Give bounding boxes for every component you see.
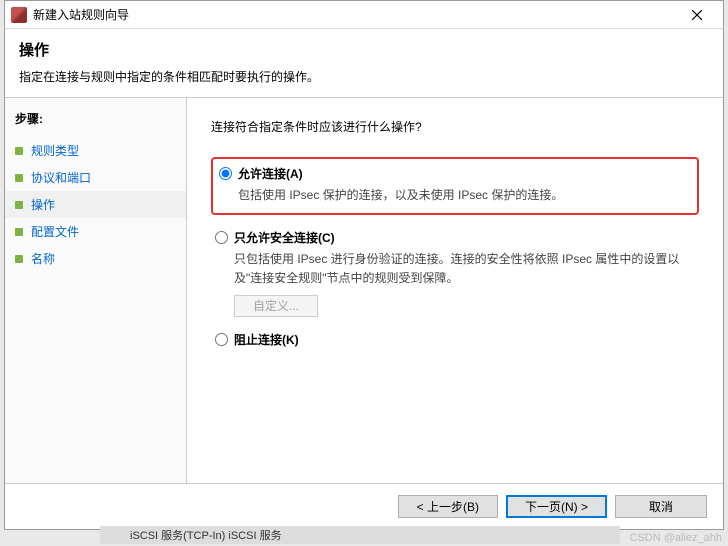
close-icon — [692, 10, 702, 20]
option-block-label: 阻止连接(K) — [234, 331, 299, 348]
step-protocol-port[interactable]: 协议和端口 — [5, 164, 186, 191]
radio-block[interactable] — [215, 333, 228, 346]
option-secure-row[interactable]: 只允许安全连接(C) — [215, 229, 699, 246]
action-question: 连接符合指定条件时应该进行什么操作? — [211, 118, 699, 135]
window-title: 新建入站规则向导 — [33, 6, 677, 23]
titlebar: 新建入站规则向导 — [5, 1, 723, 29]
option-allow-desc: 包括使用 IPsec 保护的连接，以及未使用 IPsec 保护的连接。 — [238, 186, 691, 205]
radio-secure[interactable] — [215, 231, 228, 244]
step-bullet-icon — [15, 201, 23, 209]
wizard-footer: < 上一步(B) 下一页(N) > 取消 — [5, 483, 723, 529]
annotation-highlight: 允许连接(A) 包括使用 IPsec 保护的连接，以及未使用 IPsec 保护的… — [211, 157, 699, 215]
main-content: 连接符合指定条件时应该进行什么操作? 允许连接(A) 包括使用 IPsec 保护… — [187, 98, 723, 483]
steps-sidebar: 步骤: 规则类型 协议和端口 操作 配置文件 名称 — [5, 98, 187, 483]
option-allow-row[interactable]: 允许连接(A) — [219, 165, 691, 182]
option-secure-label: 只允许安全连接(C) — [234, 229, 335, 246]
option-secure-group: 只允许安全连接(C) 只包括使用 IPsec 进行身份验证的连接。连接的安全性将… — [211, 229, 699, 316]
option-block-group: 阻止连接(K) — [211, 331, 699, 348]
page-description: 指定在连接与规则中指定的条件相匹配时要执行的操作。 — [19, 68, 709, 85]
radio-allow[interactable] — [219, 167, 232, 180]
step-label: 协议和端口 — [31, 169, 91, 186]
wizard-body: 步骤: 规则类型 协议和端口 操作 配置文件 名称 连接 — [5, 98, 723, 483]
step-label: 配置文件 — [31, 223, 79, 240]
option-block-row[interactable]: 阻止连接(K) — [215, 331, 699, 348]
step-bullet-icon — [15, 147, 23, 155]
wizard-window: 新建入站规则向导 操作 指定在连接与规则中指定的条件相匹配时要执行的操作。 步骤… — [4, 0, 724, 530]
page-title: 操作 — [19, 39, 709, 60]
option-allow-label: 允许连接(A) — [238, 165, 303, 182]
step-label: 操作 — [31, 196, 55, 213]
background-window-strip: iSCSI 服务(TCP-In) iSCSI 服务 — [100, 526, 620, 544]
close-button[interactable] — [677, 2, 717, 28]
step-action[interactable]: 操作 — [5, 191, 186, 218]
option-secure-desc: 只包括使用 IPsec 进行身份验证的连接。连接的安全性将依照 IPsec 属性… — [234, 250, 699, 288]
steps-heading: 步骤: — [5, 106, 186, 137]
step-bullet-icon — [15, 174, 23, 182]
next-button[interactable]: 下一页(N) > — [506, 495, 607, 518]
customize-button: 自定义... — [234, 295, 318, 317]
firewall-icon — [11, 7, 27, 23]
step-bullet-icon — [15, 228, 23, 236]
step-label: 名称 — [31, 250, 55, 267]
step-name[interactable]: 名称 — [5, 245, 186, 272]
step-profile[interactable]: 配置文件 — [5, 218, 186, 245]
step-bullet-icon — [15, 255, 23, 263]
step-rule-type[interactable]: 规则类型 — [5, 137, 186, 164]
step-label: 规则类型 — [31, 142, 79, 159]
back-button[interactable]: < 上一步(B) — [398, 495, 498, 518]
header: 操作 指定在连接与规则中指定的条件相匹配时要执行的操作。 — [5, 29, 723, 98]
cancel-button[interactable]: 取消 — [615, 495, 707, 518]
watermark: CSDN @aliez_ahh — [630, 532, 723, 544]
